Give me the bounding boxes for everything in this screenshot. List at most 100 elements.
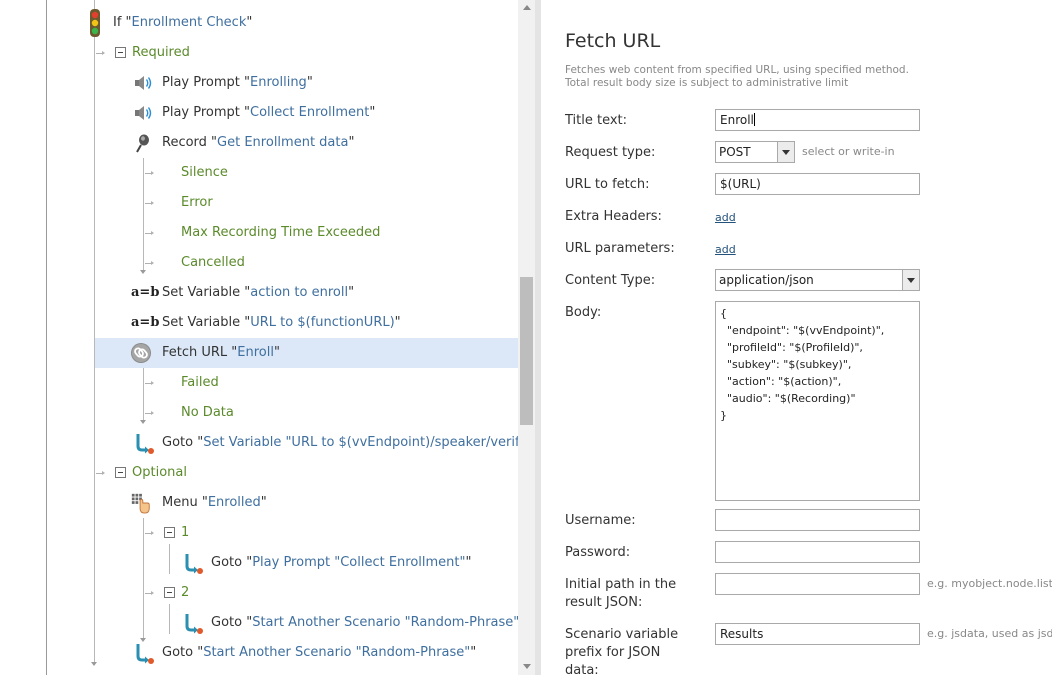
node-keyword: Goto	[162, 435, 194, 450]
tree-branch-no-data[interactable]: No Data	[181, 398, 234, 428]
tree-guide-line	[143, 368, 144, 420]
tree-guide-line	[46, 0, 47, 675]
node-keyword: Fetch URL	[162, 345, 228, 360]
node-value: Collect Enrollment	[250, 105, 370, 120]
node-value: Enrolled	[207, 495, 261, 510]
goto-icon	[185, 554, 203, 574]
password-field[interactable]	[715, 541, 920, 563]
tree-node-set-variable[interactable]: a=b Set Variable "action to enroll"	[130, 278, 518, 308]
tree-node-menu-option-2[interactable]: 2	[158, 578, 518, 608]
speaker-icon	[135, 106, 152, 120]
collapse-toggle-icon[interactable]	[164, 527, 175, 538]
prefix-label: Scenario variable prefix for JSON data:	[565, 626, 678, 675]
branch-label: Optional	[132, 465, 187, 480]
title-text-value: Enroll	[720, 113, 754, 127]
initial-path-field[interactable]	[715, 573, 920, 595]
node-value: Enrolling	[250, 75, 307, 90]
prefix-field[interactable]: Results	[715, 623, 920, 645]
branch-arrow	[145, 231, 154, 235]
title-text-field[interactable]: Enroll	[715, 109, 920, 131]
tree-branch-max-recording[interactable]: Max Recording Time Exceeded	[181, 218, 380, 248]
collapse-toggle-icon[interactable]	[164, 587, 175, 598]
branch-arrow	[145, 411, 154, 415]
extra-headers-add-link[interactable]: add	[715, 211, 736, 224]
tree-node-goto[interactable]: Goto "Play Prompt "Collect Enrollment""	[179, 548, 518, 578]
tree-branch-silence[interactable]: Silence	[181, 158, 228, 188]
option-label: 2	[181, 585, 190, 600]
tree-node-fetch-url[interactable]: Fetch URL "Enroll"	[95, 338, 518, 368]
node-value: Get Enrollment data	[217, 135, 349, 150]
content-type-label: Content Type:	[565, 273, 656, 288]
panel-title: Fetch URL	[565, 30, 661, 52]
tree-branch-cancelled[interactable]: Cancelled	[181, 248, 245, 278]
tree-node-menu-option-1[interactable]: 1	[158, 518, 518, 548]
node-value: Start Another Scenario "Random-Phrase"	[252, 615, 518, 630]
tree-node-play-prompt[interactable]: Play Prompt "Collect Enrollment"	[130, 98, 518, 128]
tree-scrollbar[interactable]	[518, 0, 535, 675]
tree-guide-line	[94, 0, 95, 662]
initial-path-label-line2: result JSON:	[565, 595, 643, 610]
scenario-tree: If "Enrollment Check" Required Play Prom…	[0, 0, 518, 675]
tree-node-set-variable[interactable]: a=b Set Variable "URL to $(functionURL)"	[130, 308, 518, 338]
branch-arrow	[96, 471, 105, 475]
node-keyword: Goto	[162, 645, 194, 660]
branch-arrow	[145, 591, 154, 595]
node-keyword: Menu	[162, 495, 198, 510]
tree-node-menu[interactable]: Menu "Enrolled"	[130, 488, 518, 518]
request-type-select[interactable]: POST	[715, 141, 795, 163]
chevron-down-icon[interactable]	[777, 142, 794, 162]
tree-guide-line	[169, 604, 170, 634]
node-value: action to enroll	[250, 285, 349, 300]
scroll-down-arrow-icon[interactable]	[523, 664, 531, 669]
body-textarea[interactable]: { "endpoint": "$(vvEndpoint)", "profileI…	[715, 301, 920, 501]
initial-path-hint: e.g. myobject.node.list	[927, 577, 1052, 590]
branch-arrow	[145, 171, 154, 175]
tree-node-if[interactable]: If "Enrollment Check"	[84, 8, 518, 38]
prefix-label-line1: Scenario variable	[565, 627, 679, 642]
tree-guide-line	[143, 518, 144, 638]
prefix-value: Results	[720, 627, 764, 641]
collapse-toggle-icon[interactable]	[115, 467, 126, 478]
node-value: Play Prompt "Collect Enrollment"	[252, 555, 466, 570]
scroll-up-arrow-icon[interactable]	[523, 5, 531, 10]
tree-node-optional[interactable]: Optional	[110, 458, 518, 488]
branch-arrow	[145, 201, 154, 205]
branch-arrow	[96, 51, 105, 55]
node-value: Set Variable "URL to $(vvEndpoint)/speak…	[203, 435, 518, 450]
collapse-toggle-icon[interactable]	[115, 47, 126, 58]
request-type-value: POST	[719, 145, 751, 159]
content-type-select[interactable]: application/json	[715, 269, 920, 291]
prefix-label-line2: prefix for JSON	[565, 645, 661, 660]
tree-node-goto[interactable]: Goto "Set Variable "URL to $(vvEndpoint)…	[130, 428, 518, 458]
username-label: Username:	[565, 513, 636, 528]
tree-guide-arrow	[140, 270, 146, 274]
tree-guide-line	[143, 158, 144, 270]
tree-node-required[interactable]: Required	[110, 38, 518, 68]
keypad-hand-icon	[131, 493, 150, 514]
node-keyword: Set Variable	[162, 315, 241, 330]
tree-node-record[interactable]: Record "Get Enrollment data"	[130, 128, 518, 158]
tree-node-goto[interactable]: Goto "Start Another Scenario "Random-Phr…	[179, 608, 518, 638]
goto-icon	[185, 614, 203, 634]
tree-branch-error[interactable]: Error	[181, 188, 213, 218]
url-parameters-label: URL parameters:	[565, 241, 675, 256]
body-label: Body:	[565, 305, 602, 320]
tree-node-play-prompt[interactable]: Play Prompt "Enrolling"	[130, 68, 518, 98]
username-field[interactable]	[715, 509, 920, 531]
request-type-label: Request type:	[565, 145, 656, 160]
tree-guide-arrow	[91, 662, 97, 666]
chevron-down-icon[interactable]	[902, 270, 919, 290]
url-field[interactable]: $(URL)	[715, 173, 920, 195]
option-label: 1	[181, 525, 190, 540]
panel-description: Total result body size is subject to adm…	[565, 77, 849, 89]
assign-icon: a=b	[131, 315, 160, 330]
url-value: $(URL)	[720, 177, 761, 191]
content-type-value: application/json	[719, 273, 814, 287]
scroll-thumb[interactable]	[520, 277, 533, 425]
prefix-hint: e.g. jsdata, used as jsd	[927, 627, 1052, 640]
node-keyword: Play Prompt	[162, 75, 240, 90]
tree-node-goto[interactable]: Goto "Start Another Scenario "Random-Phr…	[130, 638, 518, 668]
branch-arrow	[145, 381, 154, 385]
tree-branch-failed[interactable]: Failed	[181, 368, 219, 398]
url-parameters-add-link[interactable]: add	[715, 243, 736, 256]
